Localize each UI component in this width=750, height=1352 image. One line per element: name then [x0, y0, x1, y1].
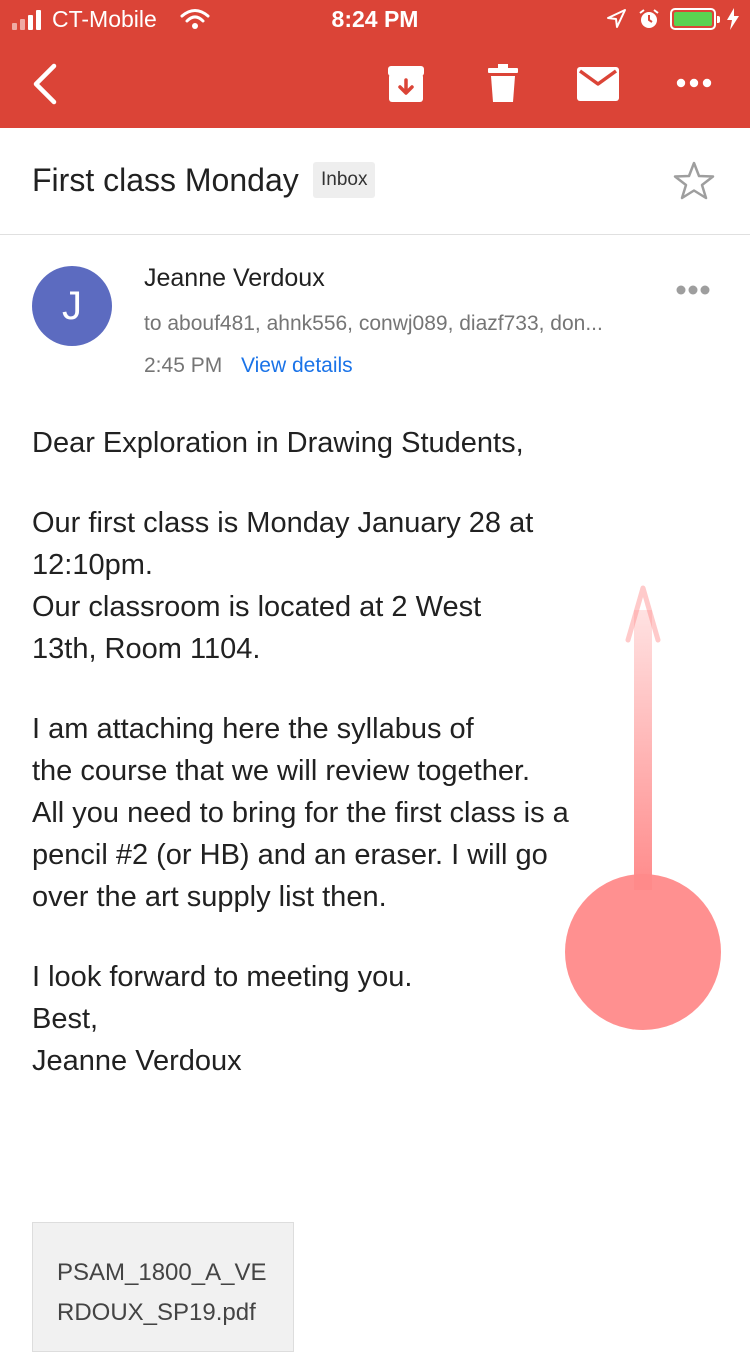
attachment-name-line: RDOUX_SP19.pdf — [57, 1299, 256, 1326]
location-icon — [607, 9, 626, 28]
body-closing: I look forward to meeting you. — [32, 961, 413, 993]
more-horizontal-icon[interactable] — [676, 78, 712, 88]
sender-avatar: J — [32, 266, 112, 346]
body-line: 12:10pm. — [32, 549, 153, 581]
body-line: over the art supply list then. — [32, 881, 387, 913]
body-line: All you need to bring for the first clas… — [32, 797, 569, 829]
message-more-icon[interactable] — [676, 284, 710, 296]
envelope-icon[interactable] — [577, 67, 619, 101]
body-signature: Jeanne Verdoux — [32, 1045, 242, 1077]
body-line: the course that we will review together. — [32, 755, 531, 787]
sender-name: Jeanne Verdoux — [144, 264, 325, 292]
charging-icon — [727, 8, 739, 30]
body-line: Our first class is Monday January 28 at — [32, 507, 534, 539]
archive-icon[interactable] — [386, 64, 426, 104]
body-closing: Best, — [32, 1003, 99, 1035]
sent-time: 2:45 PM — [144, 354, 223, 377]
view-details-link[interactable]: View details — [241, 354, 353, 378]
body-line: pencil #2 (or HB) and an eraser. I will … — [32, 839, 548, 871]
body-line: 13th, Room 1104. — [32, 633, 261, 665]
pdf-attachment-card[interactable]: PSAM_1800_A_VE RDOUX_SP19.pdf — [32, 1222, 294, 1352]
email-subject: First class Monday — [32, 162, 299, 198]
app-header: CT-Mobile 8:24 PM — [0, 0, 750, 128]
alarm-icon — [639, 9, 659, 28]
trash-icon[interactable] — [488, 64, 518, 104]
body-line: Our classroom is located at 2 West — [32, 591, 482, 623]
status-bar: CT-Mobile 8:24 PM — [0, 0, 750, 40]
star-icon[interactable] — [672, 160, 716, 202]
battery-icon — [670, 8, 720, 30]
recipients-line[interactable]: to abouf481, ahnk556, conwj089, diazf733… — [144, 312, 650, 336]
body-greeting: Dear Exploration in Drawing Students, — [32, 427, 524, 459]
back-arrow-icon[interactable] — [28, 62, 62, 106]
email-body: Dear Exploration in Drawing Students, Ou… — [32, 422, 672, 1082]
body-line: I am attaching here the syllabus of — [32, 713, 474, 745]
attachment-name-line: PSAM_1800_A_VE — [57, 1259, 267, 1286]
inbox-label-badge[interactable]: Inbox — [313, 162, 376, 198]
